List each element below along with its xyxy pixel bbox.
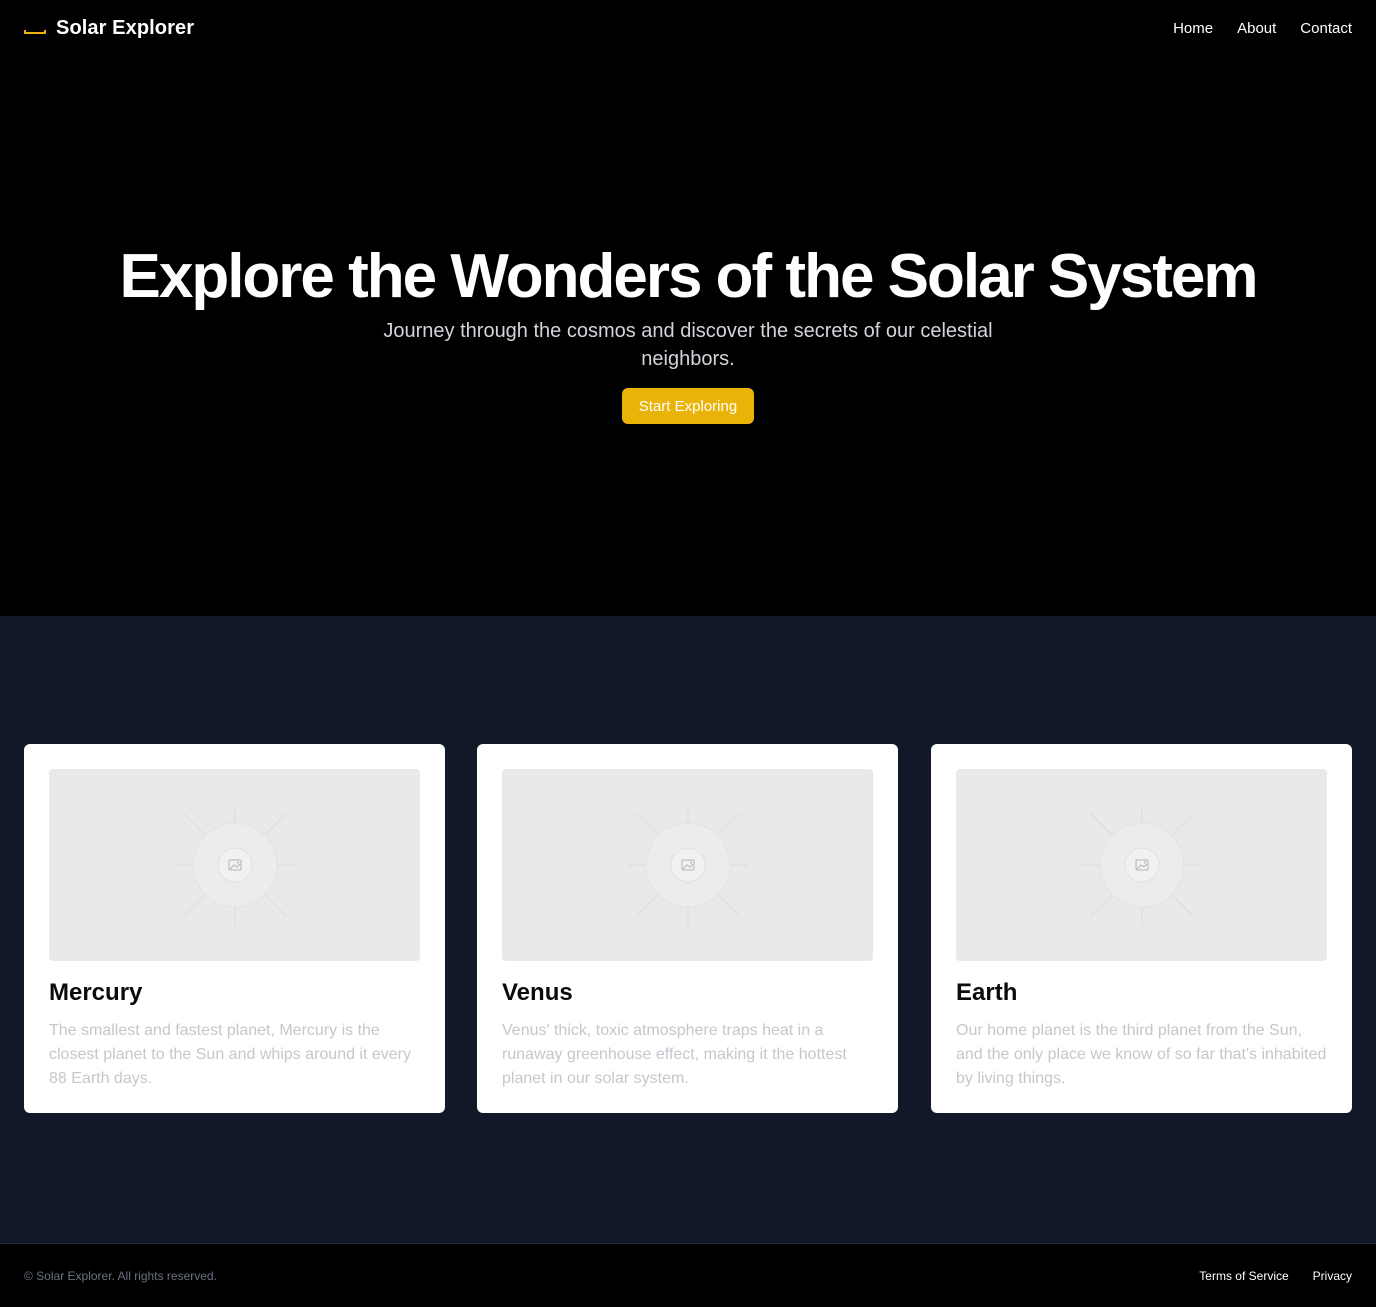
planet-card-description: Venus' thick, toxic atmosphere traps hea… — [502, 1022, 847, 1087]
nav-about-link[interactable]: About — [1237, 20, 1276, 37]
planet-card-description: The smallest and fastest planet, Mercury… — [49, 1022, 411, 1087]
nav-home-link[interactable]: Home — [1173, 20, 1213, 37]
start-exploring-button[interactable]: Start Exploring — [622, 388, 754, 424]
brand[interactable]: Solar Explorer — [24, 17, 194, 40]
hero-subtitle: Journey through the cosmos and discover … — [383, 320, 993, 370]
planet-card-venus[interactable]: Venus Venus' thick, toxic atmosphere tra… — [477, 744, 898, 1113]
planet-image-placeholder — [502, 769, 873, 961]
image-placeholder-icon — [1081, 805, 1202, 925]
planet-image-placeholder — [49, 769, 420, 961]
top-navigation-bar: Solar Explorer Home About Contact — [0, 0, 1376, 56]
planet-card-description: Our home planet is the third planet from… — [956, 1022, 1327, 1087]
planet-card-title: Mercury — [49, 979, 143, 1006]
nav-contact-link[interactable]: Contact — [1300, 20, 1352, 37]
planet-card-title: Venus — [502, 979, 573, 1006]
planet-card-title: Earth — [956, 979, 1018, 1006]
copyright-text: © Solar Explorer. All rights reserved. — [24, 1268, 217, 1283]
terms-of-service-link[interactable]: Terms of Service — [1199, 1269, 1288, 1283]
planet-image-placeholder — [956, 769, 1327, 961]
hero-section: Explore the Wonders of the Solar System … — [0, 56, 1376, 616]
footer-links: Terms of Service Privacy — [1199, 1269, 1352, 1283]
planet-card-earth[interactable]: Earth Our home planet is the third plane… — [931, 744, 1352, 1113]
brand-name: Solar Explorer — [56, 16, 195, 39]
privacy-link[interactable]: Privacy — [1313, 1269, 1352, 1283]
sun-bracket-icon — [24, 20, 46, 36]
image-placeholder-icon — [627, 805, 748, 925]
planet-card-mercury[interactable]: Mercury The smallest and fastest planet,… — [24, 744, 445, 1113]
page-footer: © Solar Explorer. All rights reserved. T… — [0, 1243, 1376, 1307]
image-placeholder-icon — [174, 805, 295, 925]
planet-cards-section: Mercury The smallest and fastest planet,… — [0, 616, 1376, 1243]
main-nav: Home About Contact — [1173, 20, 1352, 37]
hero-title: Explore the Wonders of the Solar System — [119, 242, 1258, 311]
